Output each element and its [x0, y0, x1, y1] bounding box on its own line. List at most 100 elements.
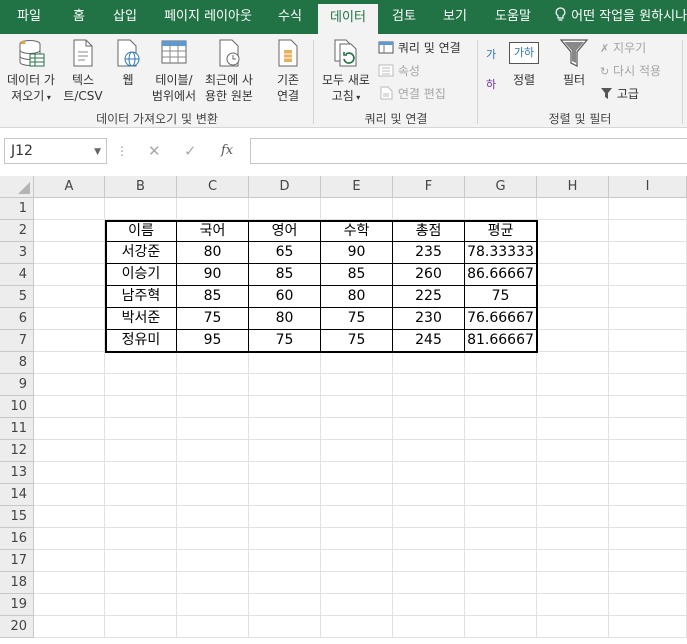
sort-button[interactable]: 가하 정렬	[508, 38, 540, 88]
row-header-5[interactable]: 5	[0, 286, 34, 308]
cell-i18[interactable]	[609, 572, 687, 594]
cell-d10[interactable]	[249, 396, 321, 418]
cell-a11[interactable]	[34, 418, 105, 440]
from-table-button[interactable]: 테이블/ 범위에서	[150, 38, 198, 104]
cell-g2[interactable]: 평균	[465, 220, 537, 242]
cell-f1[interactable]	[393, 198, 465, 220]
cell-g16[interactable]	[465, 528, 537, 550]
cell-b13[interactable]	[105, 462, 177, 484]
cell-d9[interactable]	[249, 374, 321, 396]
cell-c4[interactable]: 90	[177, 264, 249, 286]
cell-e12[interactable]	[321, 440, 393, 462]
column-header-h[interactable]: H	[537, 176, 609, 198]
cell-f2[interactable]: 총점	[393, 220, 465, 242]
cell-i4[interactable]	[609, 264, 687, 286]
cell-h18[interactable]	[537, 572, 609, 594]
cell-c18[interactable]	[177, 572, 249, 594]
cell-c16[interactable]	[177, 528, 249, 550]
formula-input[interactable]	[250, 138, 687, 164]
cell-a8[interactable]	[34, 352, 105, 374]
cell-g12[interactable]	[465, 440, 537, 462]
column-header-i[interactable]: I	[609, 176, 687, 198]
enter-check-icon[interactable]: ✓	[184, 138, 197, 164]
cell-e15[interactable]	[321, 506, 393, 528]
cell-g15[interactable]	[465, 506, 537, 528]
cell-b1[interactable]	[105, 198, 177, 220]
cell-a9[interactable]	[34, 374, 105, 396]
cell-c13[interactable]	[177, 462, 249, 484]
cell-h5[interactable]	[537, 286, 609, 308]
tab-home[interactable]: 홈	[60, 0, 98, 34]
cell-e10[interactable]	[321, 396, 393, 418]
cell-a10[interactable]	[34, 396, 105, 418]
cell-h10[interactable]	[537, 396, 609, 418]
cell-c12[interactable]	[177, 440, 249, 462]
reapply-button[interactable]: ↻ 다시 적용	[600, 63, 661, 80]
cell-g11[interactable]	[465, 418, 537, 440]
cell-g4[interactable]: 86.66667	[465, 264, 537, 286]
row-header-9[interactable]: 9	[0, 374, 34, 396]
cell-f8[interactable]	[393, 352, 465, 374]
column-header-d[interactable]: D	[249, 176, 321, 198]
cell-e8[interactable]	[321, 352, 393, 374]
cell-h15[interactable]	[537, 506, 609, 528]
recent-sources-button[interactable]: 최근에 사 용한 원본	[200, 38, 258, 104]
cell-f14[interactable]	[393, 484, 465, 506]
cell-d16[interactable]	[249, 528, 321, 550]
cell-a2[interactable]	[34, 220, 105, 242]
cell-i20[interactable]	[609, 616, 687, 638]
cell-f13[interactable]	[393, 462, 465, 484]
cell-c17[interactable]	[177, 550, 249, 572]
cell-a5[interactable]	[34, 286, 105, 308]
cell-c2[interactable]: 국어	[177, 220, 249, 242]
cell-f4[interactable]: 260	[393, 264, 465, 286]
cell-b18[interactable]	[105, 572, 177, 594]
cell-c9[interactable]	[177, 374, 249, 396]
cell-e5[interactable]: 80	[321, 286, 393, 308]
row-header-14[interactable]: 14	[0, 484, 34, 506]
row-header-4[interactable]: 4	[0, 264, 34, 286]
cell-a17[interactable]	[34, 550, 105, 572]
cell-f19[interactable]	[393, 594, 465, 616]
cell-i8[interactable]	[609, 352, 687, 374]
edit-links-button[interactable]: 연결 편집	[378, 86, 446, 102]
cell-e9[interactable]	[321, 374, 393, 396]
cell-d17[interactable]	[249, 550, 321, 572]
cell-c14[interactable]	[177, 484, 249, 506]
cell-f18[interactable]	[393, 572, 465, 594]
cell-c15[interactable]	[177, 506, 249, 528]
cell-g3[interactable]: 78.33333	[465, 242, 537, 264]
advanced-filter-button[interactable]: 고급	[600, 86, 639, 102]
row-header-6[interactable]: 6	[0, 308, 34, 330]
cell-e6[interactable]: 75	[321, 308, 393, 330]
cell-b11[interactable]	[105, 418, 177, 440]
web-button[interactable]: 웹	[108, 38, 148, 88]
cell-i6[interactable]	[609, 308, 687, 330]
cell-e11[interactable]	[321, 418, 393, 440]
cell-h3[interactable]	[537, 242, 609, 264]
cell-f15[interactable]	[393, 506, 465, 528]
cell-h9[interactable]	[537, 374, 609, 396]
chevron-down-icon[interactable]: ▼	[94, 140, 101, 164]
cell-e13[interactable]	[321, 462, 393, 484]
cell-h1[interactable]	[537, 198, 609, 220]
cell-i9[interactable]	[609, 374, 687, 396]
cell-e17[interactable]	[321, 550, 393, 572]
cell-i5[interactable]	[609, 286, 687, 308]
cell-d20[interactable]	[249, 616, 321, 638]
cell-c10[interactable]	[177, 396, 249, 418]
cell-d1[interactable]	[249, 198, 321, 220]
row-header-10[interactable]: 10	[0, 396, 34, 418]
refresh-all-button[interactable]: 모두 새로 고침 ▾	[318, 38, 374, 106]
cell-e14[interactable]	[321, 484, 393, 506]
cell-h2[interactable]	[537, 220, 609, 242]
cell-d19[interactable]	[249, 594, 321, 616]
cell-d5[interactable]: 60	[249, 286, 321, 308]
tab-formulas[interactable]: 수식	[268, 0, 312, 34]
cell-g9[interactable]	[465, 374, 537, 396]
cell-d4[interactable]: 85	[249, 264, 321, 286]
row-header-19[interactable]: 19	[0, 594, 34, 616]
insert-function-icon[interactable]: fx	[221, 138, 233, 164]
cell-a3[interactable]	[34, 242, 105, 264]
tab-review[interactable]: 검토	[384, 0, 424, 34]
